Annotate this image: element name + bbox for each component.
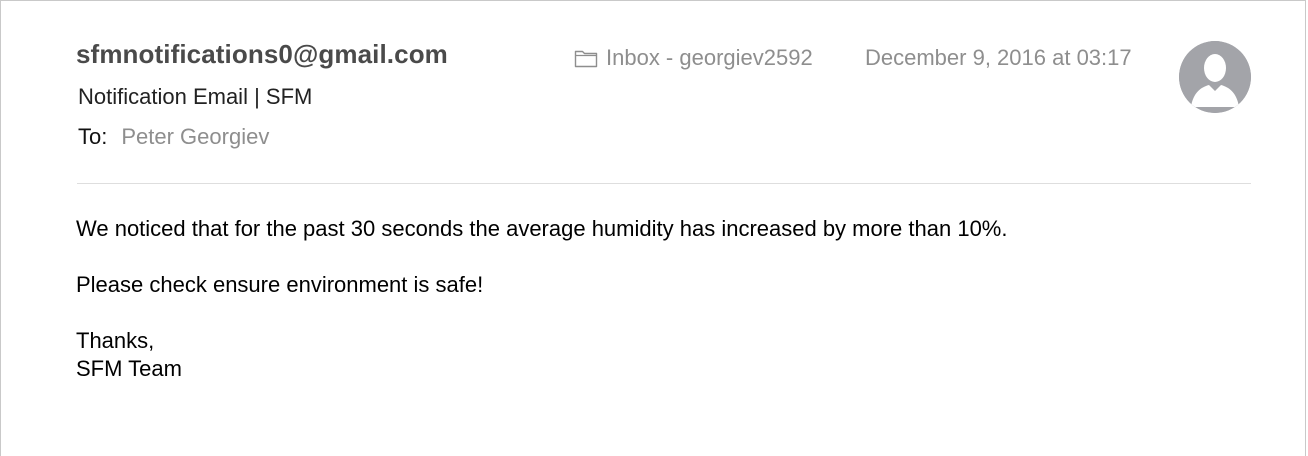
mailbox-link[interactable]: Inbox - georgiev2592 bbox=[574, 45, 813, 71]
email-subject: Notification Email | SFM bbox=[78, 84, 313, 109]
signoff-line: Thanks, bbox=[76, 328, 155, 353]
header-divider bbox=[77, 183, 1251, 184]
recipient-name[interactable]: Peter Georgiev bbox=[121, 124, 269, 149]
mailbox-label: Inbox - georgiev2592 bbox=[606, 45, 813, 70]
folder-icon bbox=[574, 48, 598, 68]
recipient-row: To: Peter Georgiev bbox=[78, 124, 269, 150]
signature-line: SFM Team bbox=[76, 356, 182, 381]
to-label: To: bbox=[78, 124, 108, 149]
email-date: December 9, 2016 at 03:17 bbox=[865, 45, 1132, 70]
sender-avatar[interactable] bbox=[1179, 41, 1251, 113]
body-paragraph: Please check ensure environment is safe! bbox=[76, 272, 484, 297]
body-paragraph: We noticed that for the past 30 seconds … bbox=[76, 216, 1008, 241]
sender-address[interactable]: sfmnotifications0@gmail.com bbox=[76, 39, 448, 70]
email-view: sfmnotifications0@gmail.com Notification… bbox=[0, 0, 1306, 456]
person-silhouette-icon bbox=[1179, 41, 1251, 113]
